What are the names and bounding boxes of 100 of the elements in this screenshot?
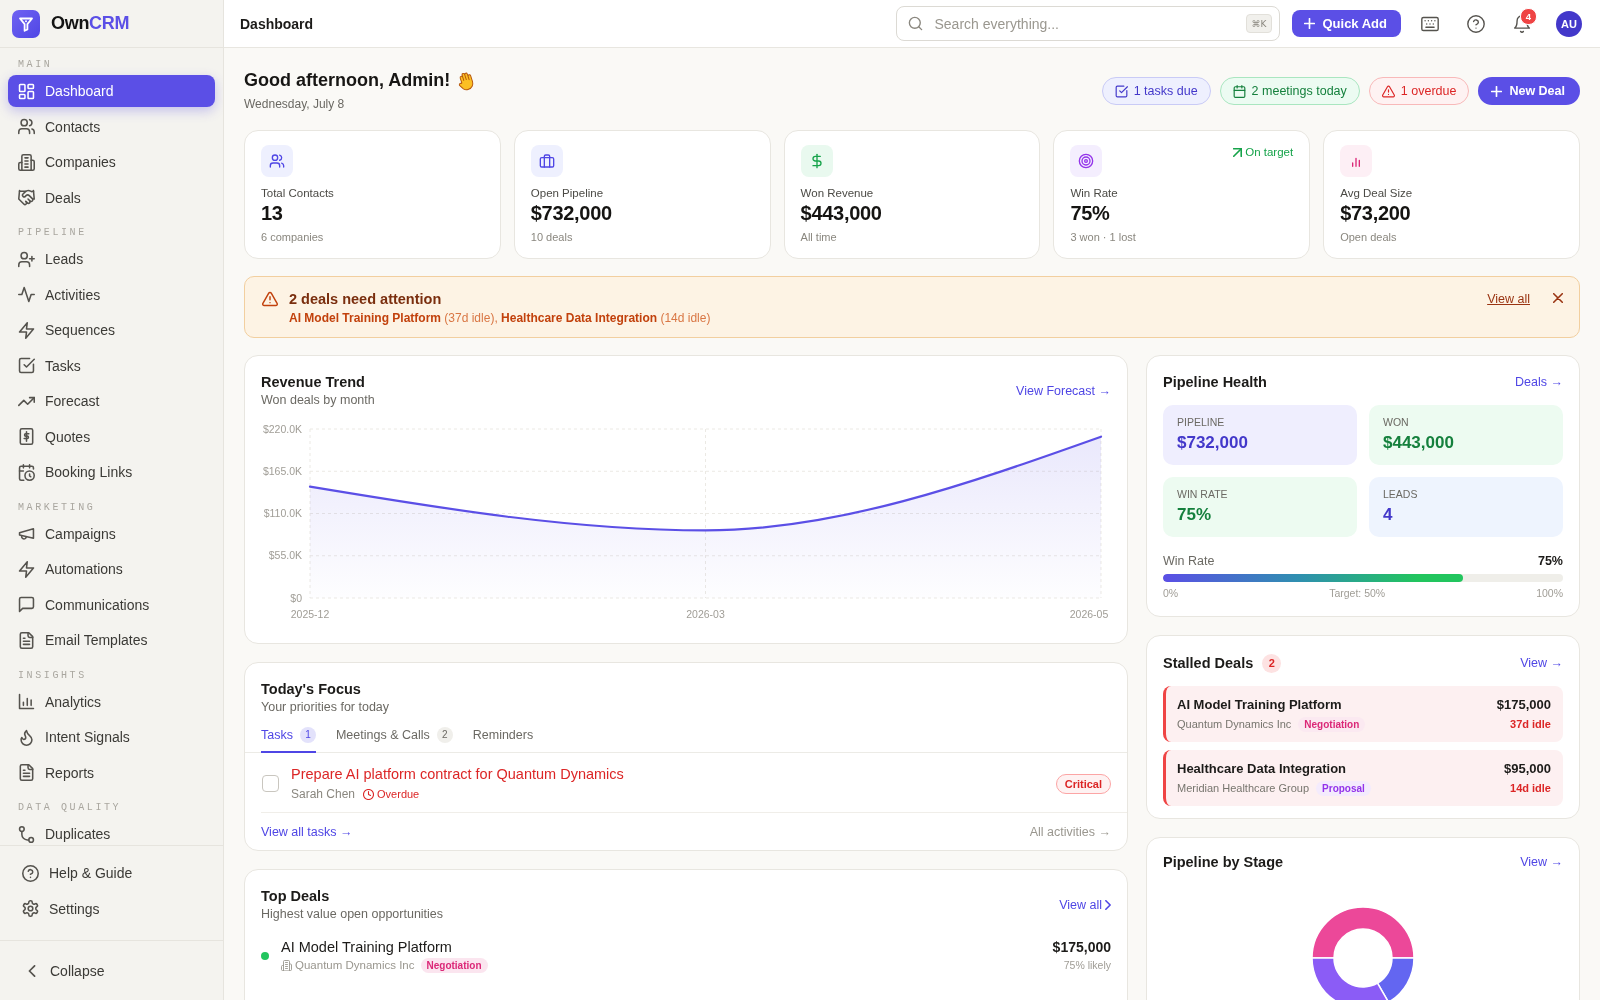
users-icon bbox=[18, 118, 35, 135]
view-link[interactable]: View → bbox=[1520, 855, 1563, 869]
sidebar-item[interactable]: Sequences bbox=[8, 314, 215, 346]
collapse-button[interactable]: Collapse bbox=[16, 954, 115, 987]
tab[interactable]: Meetings & Calls 2 bbox=[335, 719, 453, 753]
sidebar-item[interactable]: Forecast bbox=[8, 385, 215, 417]
trend-label: On target bbox=[1245, 146, 1294, 158]
deals-link[interactable]: Deals → bbox=[1515, 375, 1563, 389]
user-avatar[interactable]: AU bbox=[1556, 10, 1582, 37]
check-square-icon bbox=[1114, 84, 1128, 98]
plus-icon bbox=[1491, 85, 1503, 97]
plus-icon bbox=[1304, 18, 1316, 29]
sidebar-item[interactable]: Automations bbox=[8, 553, 215, 585]
new-deal-button[interactable]: New Deal bbox=[1478, 77, 1580, 105]
count-badge: 2 bbox=[1262, 653, 1282, 673]
warning-icon bbox=[262, 291, 278, 307]
help-icon[interactable] bbox=[1467, 14, 1485, 33]
sidebar-item[interactable]: Leads bbox=[8, 243, 215, 275]
sidebar-item[interactable]: Quotes bbox=[8, 420, 215, 453]
stage-tag: Negotiation bbox=[1298, 716, 1366, 732]
bell-icon[interactable] bbox=[1513, 14, 1531, 33]
view-all-tasks-link[interactable]: View all tasks → bbox=[261, 824, 353, 839]
stat-label: Win Rate bbox=[1070, 186, 1119, 200]
bar-chart-icon bbox=[1340, 145, 1373, 177]
calendar-clock-icon bbox=[18, 463, 35, 481]
axis-tick-label: $220.0K bbox=[262, 422, 302, 435]
tab[interactable]: Tasks 1 bbox=[261, 719, 316, 753]
sidebar-item[interactable]: Settings bbox=[12, 892, 211, 925]
metric-value: 4 bbox=[1383, 504, 1394, 526]
deal-amount: $95,000 bbox=[1504, 760, 1551, 778]
dollar-document-icon bbox=[18, 428, 35, 445]
metric-value: 75% bbox=[1177, 504, 1213, 526]
stat-value: 13 bbox=[261, 201, 284, 225]
stat-note: 6 companies bbox=[261, 230, 325, 244]
building-icon bbox=[281, 960, 292, 971]
greeting-title: Good afternoon, Admin! bbox=[244, 69, 451, 92]
task-checkbox[interactable] bbox=[262, 775, 279, 792]
sidebar-item[interactable]: Contacts bbox=[8, 110, 215, 143]
sidebar-item[interactable]: Dashboard bbox=[8, 75, 215, 107]
sidebar-item[interactable]: Tasks bbox=[8, 349, 215, 382]
sidebar-item[interactable]: Campaigns bbox=[8, 517, 215, 550]
document-icon bbox=[18, 764, 35, 781]
stat-value: $443,000 bbox=[800, 201, 883, 225]
sidebar-item[interactable]: Deals bbox=[8, 181, 215, 214]
card-title: Top Deals bbox=[261, 887, 331, 905]
quick-add-button[interactable]: Quick Add bbox=[1292, 10, 1401, 37]
sidebar-item[interactable]: Email Templates bbox=[8, 624, 215, 656]
sidebar-item[interactable]: Activities bbox=[8, 278, 215, 311]
sidebar-item[interactable]: Companies bbox=[8, 146, 215, 178]
tab[interactable]: Reminders bbox=[472, 719, 534, 753]
search-icon bbox=[908, 16, 924, 31]
view-link[interactable]: View → bbox=[1520, 656, 1563, 670]
user-plus-icon bbox=[18, 250, 35, 268]
building-icon bbox=[18, 153, 35, 171]
task-assignee: Sarah Chen bbox=[291, 786, 356, 802]
axis-tick-label: $165.0K bbox=[262, 464, 302, 477]
alert-title: 2 deals need attention bbox=[289, 290, 443, 308]
scale-label: 0% bbox=[1163, 587, 1179, 600]
deal-name: Healthcare Data Integration bbox=[1177, 760, 1348, 778]
section-label: PIPELINE bbox=[17, 226, 88, 240]
view-all-link[interactable]: View all bbox=[1059, 897, 1111, 912]
meetings-chip[interactable]: 2 meetings today bbox=[1219, 77, 1360, 105]
view-all-link[interactable]: View all bbox=[1487, 290, 1530, 308]
sidebar-item[interactable]: Intent Signals bbox=[8, 721, 215, 753]
sidebar-item[interactable]: Analytics bbox=[8, 685, 215, 718]
page-title: Dashboard bbox=[240, 15, 314, 32]
metric-label: WIN RATE bbox=[1177, 487, 1229, 501]
flame-icon bbox=[18, 728, 35, 746]
dashboard-grid-icon bbox=[18, 82, 35, 100]
help-icon bbox=[22, 864, 39, 882]
sidebar-item[interactable]: Help & Guide bbox=[12, 857, 211, 889]
stat-label: Open Pipeline bbox=[530, 186, 605, 200]
close-icon[interactable] bbox=[1553, 293, 1563, 303]
metric-label: LEADS bbox=[1383, 487, 1419, 501]
sidebar-item[interactable]: Reports bbox=[8, 756, 215, 789]
stat-note: 10 deals bbox=[530, 230, 574, 244]
stat-label: Won Revenue bbox=[800, 186, 875, 200]
metric-label: WON bbox=[1383, 415, 1410, 429]
metric-value: $443,000 bbox=[1383, 432, 1455, 454]
view-forecast-link[interactable]: View Forecast → bbox=[1016, 383, 1111, 398]
bar-chart-icon bbox=[18, 693, 35, 710]
clock-icon bbox=[363, 788, 375, 800]
tab-count: 2 bbox=[436, 727, 453, 743]
keyboard-icon[interactable] bbox=[1421, 14, 1439, 33]
stat-value: 75% bbox=[1070, 201, 1111, 225]
tab-count: 1 bbox=[299, 727, 316, 743]
metric-label: PIPELINE bbox=[1177, 415, 1226, 429]
metric-value: $732,000 bbox=[1177, 432, 1249, 454]
sidebar-item[interactable]: Communications bbox=[8, 588, 215, 621]
document-icon bbox=[18, 631, 35, 649]
card-title: Stalled Deals bbox=[1163, 654, 1254, 672]
sidebar-item[interactable]: Booking Links bbox=[8, 456, 215, 488]
sidebar-item[interactable]: Duplicates bbox=[8, 818, 215, 845]
company-name: Quantum Dynamics Inc bbox=[295, 958, 415, 973]
branch-icon bbox=[18, 825, 35, 843]
funnel-logo-icon bbox=[12, 9, 40, 38]
overdue-chip[interactable]: 1 overdue bbox=[1368, 77, 1470, 105]
deal-name: AI Model Training Platform bbox=[281, 938, 453, 956]
company-name: Meridian Healthcare Group bbox=[1177, 781, 1310, 796]
tasks-chip[interactable]: 1 tasks due bbox=[1101, 77, 1211, 105]
